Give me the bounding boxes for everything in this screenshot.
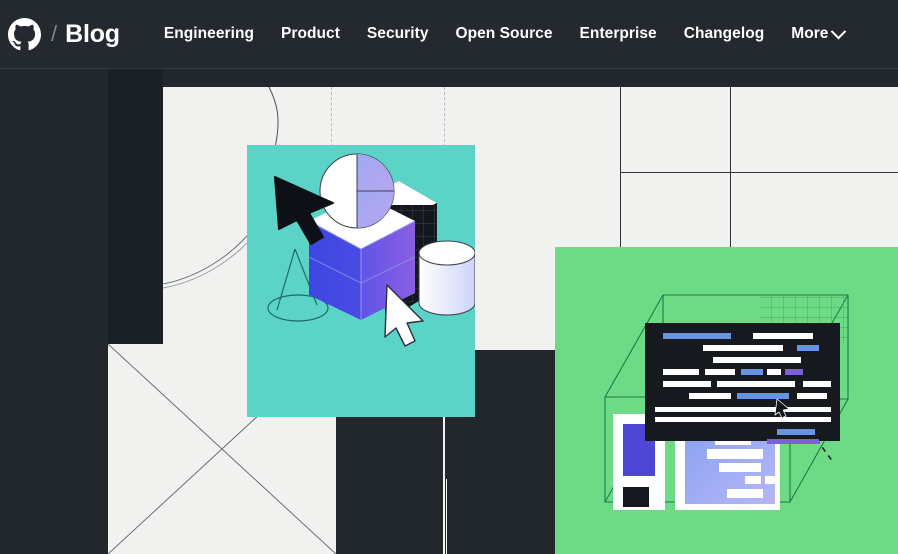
nav-open-source-label: Open Source	[455, 25, 553, 42]
guide-dashed-2	[444, 87, 445, 147]
nav-security[interactable]: Security	[367, 25, 429, 43]
nav-security-label: Security	[366, 25, 429, 42]
nav-engineering-label: Engineering	[163, 25, 254, 42]
nav-more[interactable]: More	[791, 23, 847, 43]
github-mark-icon[interactable]	[8, 17, 41, 51]
code-editor-panel	[645, 323, 840, 444]
guide-dashed-1	[331, 87, 332, 147]
pie-sphere	[319, 153, 395, 229]
geometry-illustration	[267, 153, 475, 347]
code-ui-illustration	[604, 294, 849, 510]
gridline-horizontal-1	[620, 172, 898, 173]
nav-engineering[interactable]: Engineering	[164, 25, 254, 43]
site-header: / Blog Engineering Product Security Open…	[0, 0, 898, 69]
green-illustration-card[interactable]	[555, 247, 898, 554]
brand-separator: /	[51, 21, 58, 46]
hero-collage	[0, 69, 898, 554]
nav-more-label: More	[791, 25, 829, 42]
nav-enterprise[interactable]: Enterprise	[580, 25, 657, 43]
nav-enterprise-label: Enterprise	[579, 25, 657, 42]
primary-navigation: Engineering Product Security Open Source…	[164, 23, 847, 43]
page-title[interactable]: Blog	[65, 21, 120, 47]
teal-illustration-card[interactable]	[247, 145, 475, 417]
cylinder	[418, 240, 475, 316]
nav-changelog-label: Changelog	[683, 25, 765, 42]
dark-column-strip	[108, 69, 163, 350]
nav-product-label: Product	[281, 25, 340, 42]
brand[interactable]: / Blog	[8, 17, 120, 51]
chevron-down-icon	[831, 23, 847, 39]
divider-vertical-right	[446, 479, 447, 554]
nav-open-source[interactable]: Open Source	[456, 25, 553, 43]
nav-changelog[interactable]: Changelog	[684, 25, 765, 43]
nav-product[interactable]: Product	[281, 25, 340, 43]
